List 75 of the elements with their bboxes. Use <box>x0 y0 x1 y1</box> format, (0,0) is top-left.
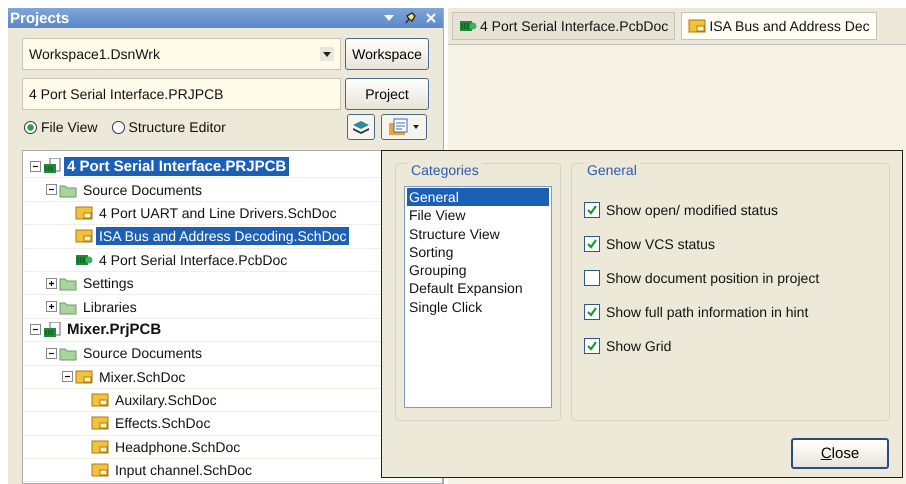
group-title: General <box>584 162 640 178</box>
radio-button[interactable] <box>24 120 37 134</box>
group-title: Categories <box>408 162 482 178</box>
tree-item[interactable]: Source Documents <box>80 180 206 199</box>
schematic-icon <box>75 228 93 244</box>
expand-toggle[interactable] <box>46 301 56 312</box>
tree-item[interactable]: Libraries <box>80 298 140 316</box>
field-value: 4 Port Serial Interface.PRJPCB <box>29 86 225 102</box>
tree-item[interactable]: Settings <box>80 274 137 292</box>
schematic-icon <box>91 462 109 478</box>
collapse-toggle[interactable] <box>30 160 40 172</box>
tree-item[interactable]: Source Documents <box>80 344 206 362</box>
checkbox[interactable] <box>584 202 600 218</box>
panel-title: Projects <box>10 10 70 26</box>
tree-item[interactable]: 4 Port UART and Line Drivers.SchDoc <box>96 204 340 222</box>
list-item[interactable]: Sorting <box>407 242 549 262</box>
close-icon[interactable] <box>425 12 437 24</box>
document-tab[interactable]: ISA Bus and Address Dec <box>681 12 877 40</box>
pin-icon[interactable] <box>403 11 417 25</box>
option-label: Show Grid <box>606 338 672 354</box>
checkbox[interactable] <box>584 270 600 286</box>
project-field[interactable]: 4 Port Serial Interface.PRJPCB <box>22 78 341 110</box>
project-icon <box>43 322 61 338</box>
tree-item[interactable]: 4 Port Serial Interface.PcbDoc <box>96 250 290 269</box>
tree-item[interactable]: Headphone.SchDoc <box>112 438 244 456</box>
list-item[interactable]: General <box>407 188 549 206</box>
tree-item[interactable]: Auxilary.SchDoc <box>112 391 220 410</box>
schematic-icon <box>688 18 706 34</box>
project-view-button[interactable] <box>347 114 375 140</box>
schematic-icon <box>91 438 109 455</box>
list-item[interactable]: Structure View <box>407 224 549 243</box>
project-icon <box>43 158 61 174</box>
caret-icon <box>412 124 420 130</box>
project-button[interactable]: Project <box>345 78 429 110</box>
list-item[interactable]: Default Expansion <box>407 279 549 298</box>
expand-toggle[interactable] <box>46 278 56 289</box>
list-item[interactable]: Grouping <box>407 261 549 280</box>
collapse-toggle[interactable] <box>30 324 40 336</box>
option-label: Show full path information in hint <box>606 304 808 320</box>
board-icon <box>459 18 477 34</box>
tree-item[interactable]: Effects.SchDoc <box>112 414 214 432</box>
tree-item[interactable]: Mixer.PrjPCB <box>64 320 164 340</box>
document-icon <box>388 118 410 136</box>
collapse-toggle[interactable] <box>46 184 56 196</box>
schematic-icon <box>91 415 109 432</box>
categories-list[interactable]: General File View Structure View Sorting Grouping Default Expansion Single Click <box>404 186 552 408</box>
option-label: Show open/ modified status <box>606 202 778 218</box>
option-label: Show VCS status <box>606 236 715 252</box>
dropdown-icon[interactable] <box>383 13 395 23</box>
tree-item[interactable]: Mixer.SchDoc <box>96 368 188 386</box>
tree-item[interactable]: Input channel.SchDoc <box>112 461 255 480</box>
tree-item[interactable]: ISA Bus and Address Decoding.SchDoc <box>96 227 350 246</box>
radio-option[interactable]: File View <box>24 119 98 135</box>
schematic-icon <box>75 368 93 385</box>
close-button[interactable]: Close <box>791 438 889 469</box>
tree-item[interactable]: 4 Port Serial Interface.PRJPCB <box>64 156 290 176</box>
list-item[interactable]: File View <box>407 206 549 225</box>
schematic-icon <box>75 204 93 221</box>
caret-icon[interactable] <box>320 47 334 61</box>
workspace-combo[interactable]: Workspace1.DsnWrk <box>22 38 341 70</box>
radio-button[interactable] <box>112 120 125 134</box>
schematic-icon <box>91 392 109 408</box>
option-label: Show document position in project <box>606 270 820 286</box>
checkbox[interactable] <box>584 338 600 354</box>
checkbox[interactable] <box>584 236 600 252</box>
workspace-button[interactable]: Workspace <box>345 38 429 70</box>
field-value: Workspace1.DsnWrk <box>29 46 161 62</box>
collapse-toggle[interactable] <box>46 348 56 359</box>
options-dropdown-button[interactable] <box>381 114 427 140</box>
checkbox[interactable] <box>584 304 600 320</box>
radio-option[interactable]: Structure Editor <box>112 119 226 135</box>
document-tab[interactable]: 4 Port Serial Interface.PcbDoc <box>452 12 676 40</box>
stack-icon <box>352 119 370 135</box>
list-item[interactable]: Single Click <box>407 298 549 316</box>
collapse-toggle[interactable] <box>62 371 72 382</box>
